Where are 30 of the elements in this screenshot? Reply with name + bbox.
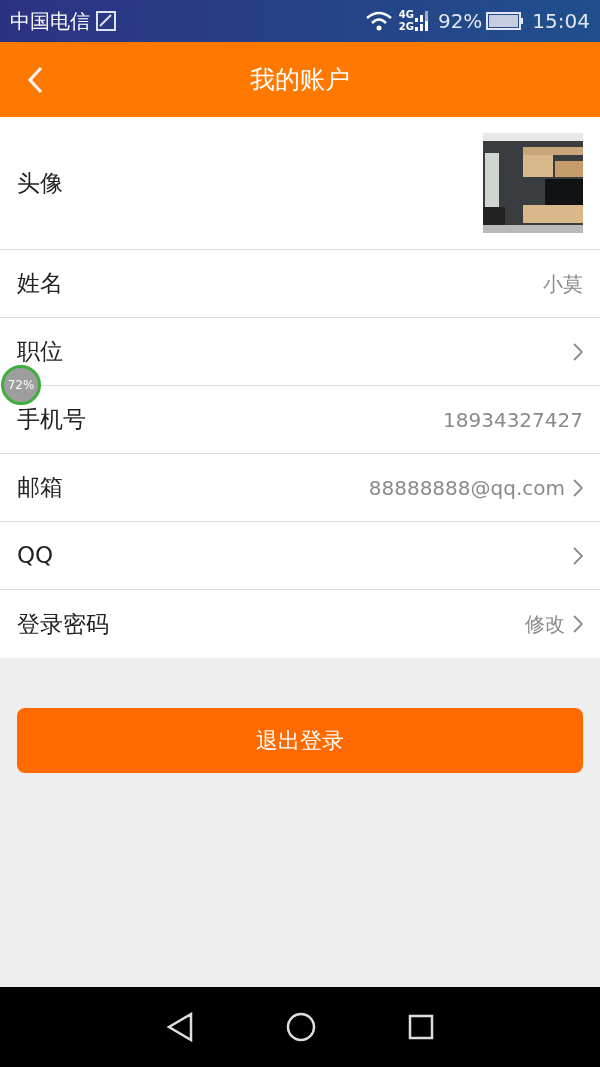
carrier-name: 中国电信: [10, 8, 90, 35]
row-value: 88888888@qq.com: [368, 474, 565, 502]
info-row[interactable]: 姓名 小莫: [0, 250, 600, 318]
info-row[interactable]: 邮箱 88888888@qq.com: [0, 454, 600, 522]
image-icon: [96, 11, 116, 31]
row-label: 登录密码: [17, 609, 109, 639]
info-row[interactable]: QQ: [0, 522, 600, 590]
signal-icon: [413, 10, 430, 32]
info-row[interactable]: 登录密码 修改: [0, 590, 600, 658]
back-icon[interactable]: [166, 1012, 194, 1042]
row-value: 18934327427: [443, 406, 583, 434]
home-icon[interactable]: [286, 1012, 316, 1042]
page-title: 我的账户: [250, 63, 350, 96]
clock: 15:04: [532, 8, 590, 35]
row-label: 邮箱: [17, 473, 63, 503]
row-value: 小莫: [543, 270, 583, 298]
network-type: 4G: [398, 10, 414, 20]
row-label: 头像: [17, 168, 63, 198]
row-label: 姓名: [17, 269, 63, 299]
battery-percent: 92%: [437, 8, 483, 35]
row-label: QQ: [17, 541, 54, 571]
network-type: 2G: [398, 22, 414, 32]
row-value: 修改: [525, 611, 565, 638]
row-label: 手机号: [17, 405, 86, 435]
battery-icon: [486, 12, 525, 30]
avatar-row[interactable]: 头像: [0, 117, 600, 250]
recents-icon[interactable]: [408, 1014, 434, 1040]
back-icon: [27, 66, 43, 94]
row-label: 职位: [17, 337, 63, 367]
wifi-icon: [364, 10, 393, 32]
